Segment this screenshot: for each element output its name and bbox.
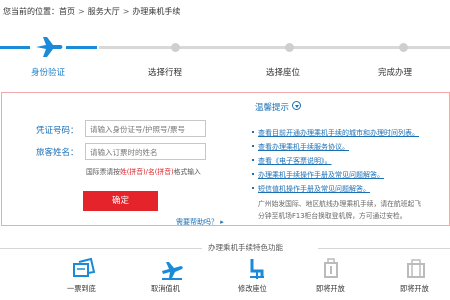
feature-label-cancel-checkin: 取消值机 — [151, 284, 180, 293]
hint-highlight: 姓(拼音)/名(拼音) — [119, 168, 174, 176]
tip-note-line2: 分钟至机场F13柜台换取登机牌，方可通过安检。 — [258, 212, 407, 220]
tip-link-sms[interactable]: 短信值机操作手册及常见问题解答。 — [252, 184, 370, 194]
feature-label-one-ticket: 一票到底 — [67, 284, 96, 293]
tip-note-line1: 广州始发国际、地区航线办理乘机手续，请在航班起飞 — [258, 200, 422, 208]
feature-label-coming-soon: 即将开放 — [400, 284, 429, 293]
breadcrumb-current: 办理乘机手续 — [132, 7, 181, 16]
feature-label-change-seat: 修改座位 — [238, 284, 267, 293]
ticket-icon[interactable] — [71, 256, 97, 282]
breadcrumb: 您当前的位置：首页 > 服务大厅 > 办理乘机手续 — [3, 6, 180, 17]
name-format-hint: 国际票请按姓(拼音)/名(拼音)格式输入 — [86, 166, 201, 176]
hint-prefix: 国际票请按 — [86, 168, 120, 176]
doc-number-input[interactable]: 请输入身份证号/护照号/票号 — [85, 120, 206, 137]
chevron-down-icon[interactable] — [292, 101, 301, 110]
passenger-name-input[interactable]: 请输入订票时的姓名 — [85, 143, 206, 160]
help-link[interactable]: 需要帮助吗？ ▸ — [176, 217, 224, 227]
hint-suffix: 格式输入 — [173, 168, 201, 176]
confirm-button[interactable]: 确定 — [83, 191, 158, 211]
step-identity: 身份验证 — [31, 68, 66, 78]
tip-link-eticket[interactable]: 查看《电子客票说明》。 — [252, 156, 332, 166]
plane-cancel-icon[interactable] — [159, 256, 185, 282]
passenger-name-label: 旅客姓名： — [36, 148, 79, 158]
feature-label-coming-soon: 即将开放 — [316, 284, 345, 293]
step-dot-itinerary — [171, 43, 180, 52]
tip-link-agreement[interactable]: 查看办理乘机手续服务协议。 — [252, 142, 349, 152]
progress-line-pending — [99, 46, 450, 49]
step-itinerary: 选择行程 — [148, 68, 183, 78]
tip-link-manual[interactable]: 办理乘机手续操作手册及常见问题解答。 — [252, 170, 384, 180]
briefcase-icon — [407, 259, 425, 278]
features-title: 办理乘机手续特色功能 — [208, 243, 283, 252]
tips-title: 温馨提示 — [255, 103, 290, 113]
step-finish: 完成办理 — [378, 68, 413, 78]
progress-line-done — [66, 46, 97, 49]
luggage-icon — [324, 258, 338, 278]
progress-line-done — [0, 46, 30, 49]
breadcrumb-separator: > — [122, 7, 130, 16]
tip-link-cities[interactable]: 查看目前开通办理乘机手续的城市和办理时间列表。 — [252, 128, 419, 138]
doc-number-label: 凭证号码： — [36, 126, 79, 136]
divider — [318, 248, 450, 249]
step-seat: 选择座位 — [266, 68, 301, 78]
step-dot-finish — [399, 43, 408, 52]
plane-icon — [36, 37, 63, 57]
breadcrumb-home-link[interactable]: 首页 — [59, 6, 75, 17]
breadcrumb-separator: > — [78, 7, 85, 16]
breadcrumb-service-hall-link[interactable]: 服务大厅 — [88, 6, 120, 17]
seat-icon[interactable] — [244, 256, 270, 282]
divider — [0, 248, 202, 249]
step-dot-seat — [285, 43, 294, 52]
breadcrumb-prefix: 您当前的位置： — [3, 7, 59, 16]
